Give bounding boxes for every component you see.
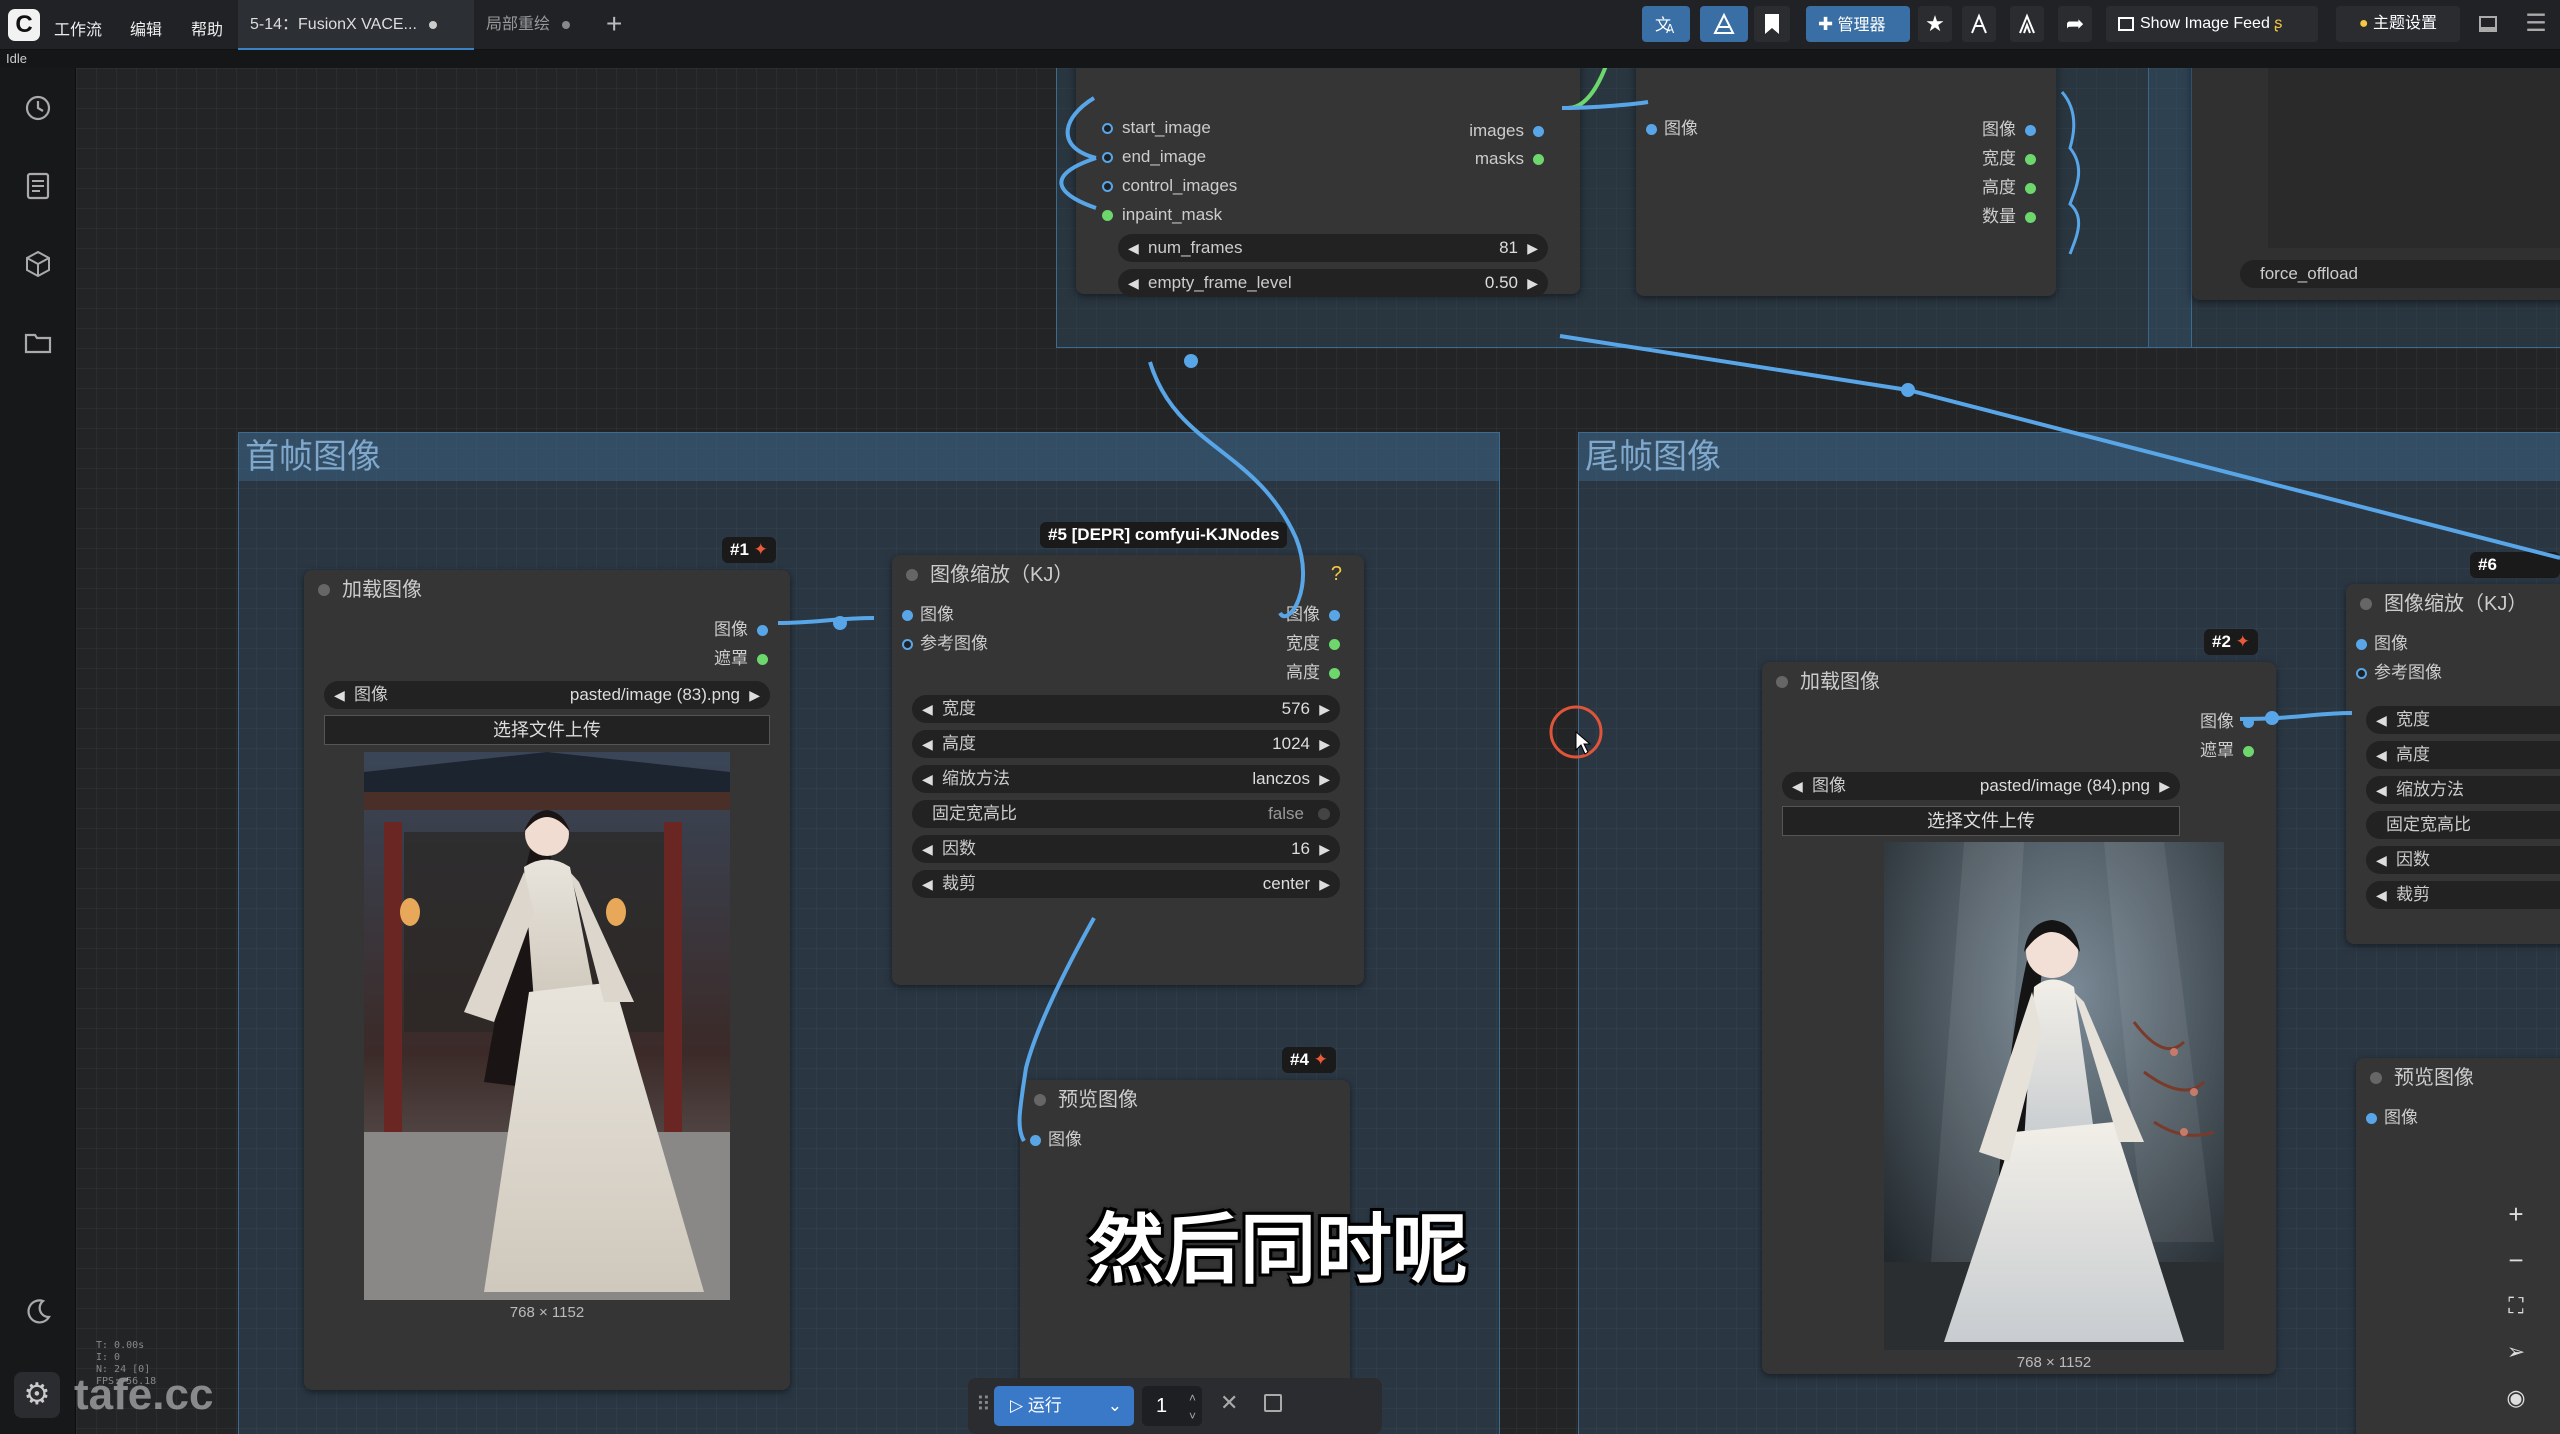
gear-icon[interactable]: ⚙ [14, 1372, 60, 1418]
link-info-outputs [2060, 91, 2081, 255]
graph-canvas[interactable]: start_image end_image control_images inp… [76, 68, 2560, 1434]
brush-icon[interactable] [1700, 6, 1748, 42]
link-to-resize-2 [1559, 334, 2560, 560]
translate-icon[interactable]: 文A [1642, 6, 1690, 42]
zoom-out-icon[interactable]: − [2494, 1240, 2538, 1280]
unsaved-dot [428, 20, 437, 29]
unsaved-dot [562, 20, 571, 29]
status-bar: Idle [0, 50, 2560, 68]
bookmark-icon[interactable] [1754, 6, 1790, 42]
image-feed-icon [2118, 16, 2134, 31]
theme-icon: ● [2358, 15, 2369, 32]
status-text: Idle [6, 51, 27, 66]
link-start-image [1065, 96, 1097, 160]
menu-edit[interactable]: 编辑 [130, 16, 162, 40]
queue-alt-icon[interactable] [2010, 6, 2044, 42]
puzzle-icon: ✚ [1818, 14, 1834, 34]
queue-icon[interactable] [1962, 6, 1996, 42]
play-icon: ▷ [1010, 1396, 1024, 1415]
link-end-image [1059, 156, 1097, 210]
link-resize-to-vace [1148, 361, 1306, 618]
run-toolbar: ⠿ ▷ 运行 ⌄ 1 ˄ ˅ ✕ [968, 1378, 1382, 1434]
menu-hamburger-icon[interactable]: ☰ [2518, 6, 2554, 42]
add-tab-button[interactable]: + [606, 8, 622, 40]
queue-list-icon[interactable] [20, 168, 56, 204]
top-bar: C 工作流 编辑 帮助 5-14：FusionX VACE... 局部重绘 + … [0, 0, 2560, 50]
mouse-cursor-icon [1575, 730, 1592, 755]
link-midpoint[interactable] [2265, 711, 2279, 725]
fit-view-icon[interactable]: ⛶ [2494, 1286, 2538, 1326]
manager-button[interactable]: ✚ 管理器 [1806, 6, 1910, 42]
manager-label: 管理器 [1837, 17, 1886, 34]
link-midpoint[interactable] [1901, 383, 1915, 397]
link-resize1-to-preview1 [1017, 917, 1096, 1143]
menu-help[interactable]: 帮助 [191, 16, 223, 40]
chevron-down-icon[interactable]: ⌄ [1108, 1386, 1122, 1426]
share-arrow-icon[interactable]: ➦ [2058, 6, 2092, 42]
batch-count-input[interactable]: 1 ˄ ˅ [1142, 1386, 1202, 1426]
pointer-icon[interactable]: ➢ [2494, 1332, 2538, 1372]
canvas-controls: + − ⛶ ➢ ◉ [2494, 1194, 2542, 1434]
cancel-icon[interactable]: ✕ [1220, 1390, 1238, 1416]
menu-workflow[interactable]: 工作流 [54, 16, 102, 40]
history-icon[interactable] [20, 90, 56, 126]
stepper-down-icon[interactable]: ˅ [1189, 1396, 1196, 1434]
tab-workflow-active[interactable]: 5-14：FusionX VACE... [238, 0, 474, 50]
tab-inpaint[interactable]: 局部重绘 [474, 0, 594, 50]
stat-i: I: 0 [96, 1352, 121, 1363]
batch-count-value: 1 [1156, 1395, 1168, 1417]
panel-toggle-icon[interactable] [2470, 6, 2506, 42]
drag-handle-icon[interactable]: ⠿ [976, 1392, 991, 1417]
folder-icon[interactable] [20, 324, 56, 360]
watermark: tafe.cc [74, 1370, 214, 1419]
run-label: 运行 [1027, 1396, 1062, 1415]
moon-icon[interactable] [20, 1294, 56, 1330]
star-icon[interactable]: ★ [1918, 6, 1952, 42]
image-feed-label: Show Image Feed [2140, 15, 2270, 32]
link-midpoint[interactable] [833, 616, 847, 630]
stat-time: T: 0.00s [96, 1340, 145, 1351]
zoom-in-icon[interactable]: + [2494, 1194, 2538, 1234]
link-masks [1567, 68, 1608, 110]
video-subtitle: 然后同时呢 [1088, 1205, 1468, 1294]
sidebar [0, 68, 76, 1434]
run-button[interactable]: ▷ 运行 ⌄ [994, 1386, 1134, 1426]
theme-settings-button[interactable]: ● 主题设置 [2336, 6, 2460, 42]
link-midpoint[interactable] [1184, 354, 1198, 368]
comfy-logo[interactable]: C [8, 9, 40, 41]
link-load2-to-resize2 [2239, 711, 2353, 721]
cube-icon[interactable] [20, 246, 56, 282]
stop-icon[interactable] [1264, 1394, 1282, 1412]
show-image-feed-button[interactable]: Show Image Feed ʂ [2106, 6, 2318, 42]
tab-label: 5-14：FusionX VACE... [250, 16, 417, 33]
eye-icon[interactable]: ◉ [2494, 1378, 2538, 1418]
theme-label: 主题设置 [2373, 15, 2438, 32]
link-load1-to-resize1 [777, 616, 875, 625]
tab-label: 局部重绘 [486, 16, 551, 33]
svg-text:A: A [1666, 22, 1675, 36]
snake-icon: ʂ [2274, 15, 2283, 32]
